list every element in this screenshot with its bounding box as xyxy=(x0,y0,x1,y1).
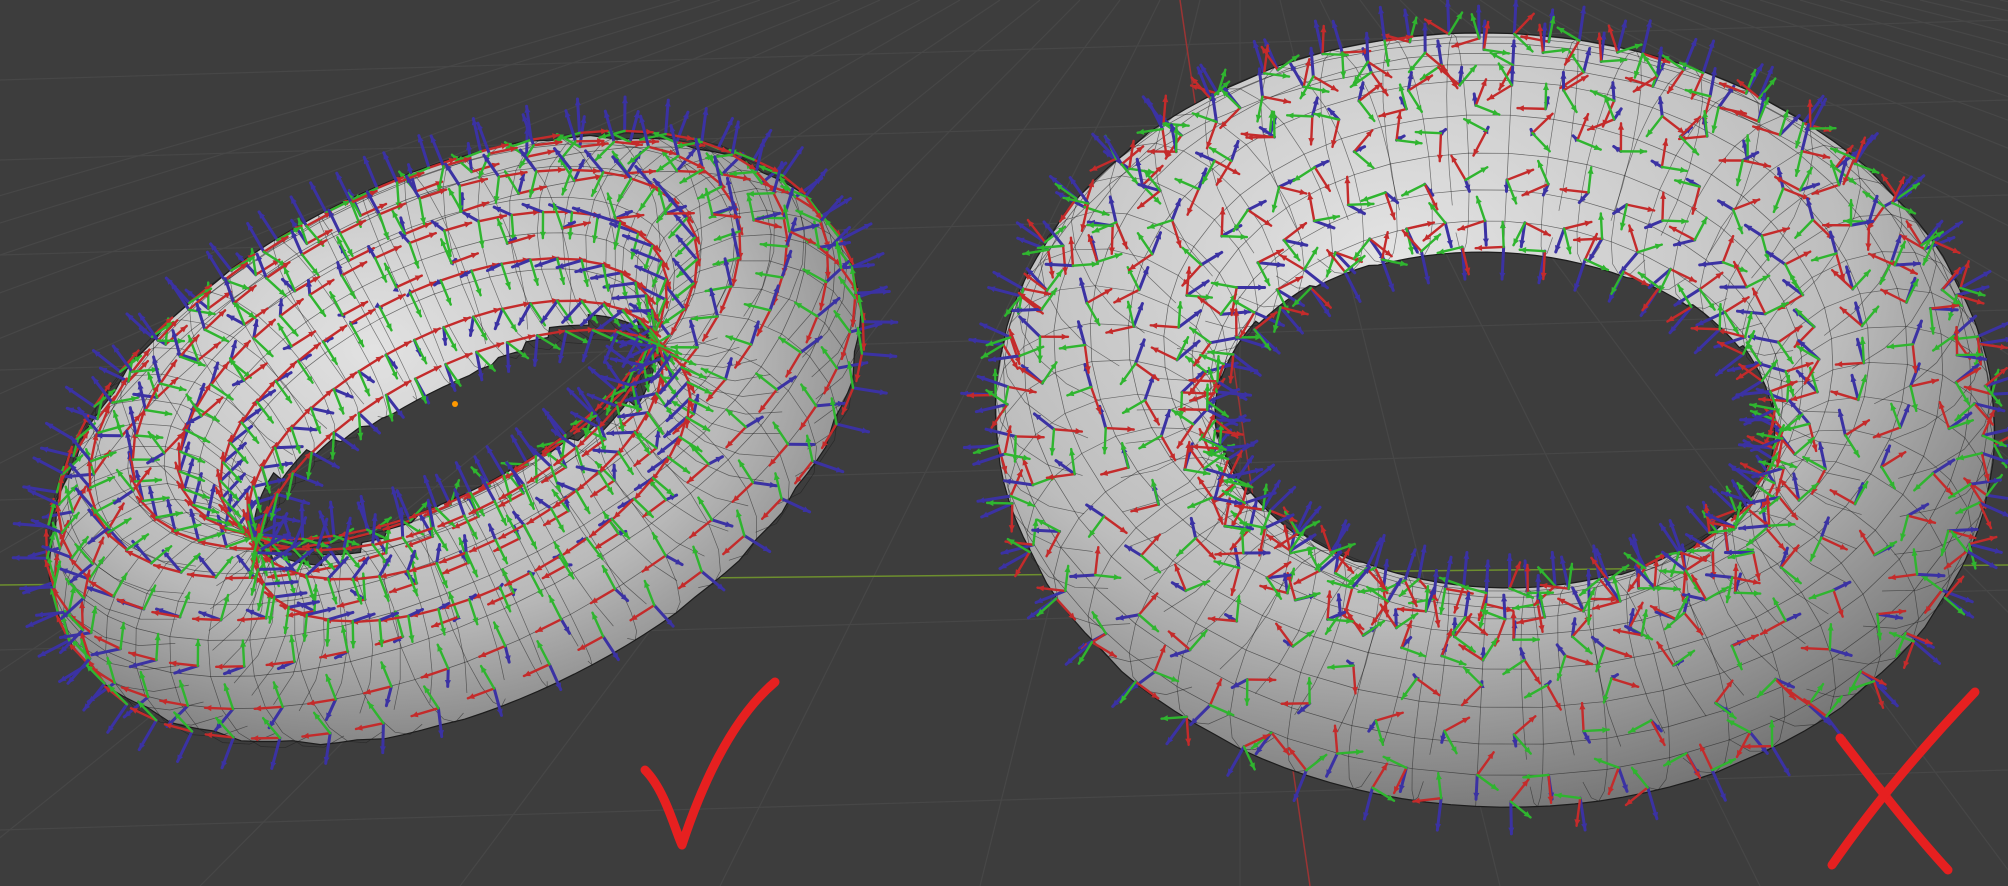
normal-arrow-head xyxy=(67,407,75,414)
normal-arrow-head xyxy=(1585,570,1592,577)
bitangent-arrow-head xyxy=(1829,125,1836,132)
normal-arrow-head xyxy=(13,554,20,561)
torus-right[interactable] xyxy=(960,0,2008,836)
normal-arrow-head xyxy=(1535,575,1542,582)
normal-arrow-head xyxy=(1708,41,1715,48)
normal-arrow-head xyxy=(454,489,460,497)
normal-arrow-head xyxy=(582,353,588,361)
normal-arrow xyxy=(1985,493,2008,501)
normal-arrow-head xyxy=(1444,0,1451,7)
normal-arrow-head xyxy=(835,466,843,473)
tangent-arrow-head xyxy=(1759,396,1766,403)
normal-arrow-head xyxy=(882,288,890,295)
normal-arrow-head xyxy=(964,444,971,451)
normal-arrow-head xyxy=(890,319,897,326)
bitangent-arrow-head xyxy=(357,432,364,440)
normal-arrow-head xyxy=(298,504,305,512)
viewport-canvas[interactable] xyxy=(0,0,2008,886)
tangent-arrow-head xyxy=(1806,100,1814,107)
normal-arrow-head xyxy=(574,99,581,106)
tangent-arrow-head xyxy=(1320,525,1327,533)
normal-arrow-head xyxy=(1740,416,1747,423)
normal-arrow-head xyxy=(621,96,629,104)
normal-arrow-head xyxy=(1484,560,1491,568)
normal-arrow-head xyxy=(1512,0,1519,7)
normal-arrow-head xyxy=(423,476,430,484)
normal-arrow-head xyxy=(14,521,21,528)
bitangent-arrow-head xyxy=(1634,43,1642,50)
3d-viewport[interactable] xyxy=(0,0,2008,886)
normal-arrow-head xyxy=(1243,417,1250,424)
normal-arrow-head xyxy=(371,514,378,522)
normal-arrow-head xyxy=(1596,549,1602,557)
normal-arrow-head xyxy=(319,511,325,519)
normal-arrow-head xyxy=(1722,491,1730,498)
normal-arrow-head xyxy=(450,383,456,391)
normal-arrow xyxy=(1977,337,2008,346)
tangent-arrow-head xyxy=(1162,95,1169,103)
normal-arrow-head xyxy=(20,585,28,592)
normal-arrow-head xyxy=(889,352,896,359)
normal-arrow-head xyxy=(1549,552,1556,559)
tangent-arrow-head xyxy=(1596,33,1603,41)
normal-arrow-head xyxy=(1669,520,1676,528)
normal-arrow-head xyxy=(1308,48,1315,55)
normal-arrow-head xyxy=(664,100,671,107)
normal-arrow-head xyxy=(1363,33,1370,40)
normal-arrow-head xyxy=(1506,554,1513,561)
normal-arrow xyxy=(1990,391,2008,396)
tangent-arrow-head xyxy=(1320,25,1327,33)
normal-arrow-head xyxy=(1410,549,1417,557)
normal-arrow-head xyxy=(532,358,539,366)
grid-line xyxy=(0,769,2008,831)
torus-left[interactable] xyxy=(11,95,899,770)
normal-arrow-head xyxy=(978,375,986,382)
normal-arrow-head xyxy=(505,364,512,372)
bitangent-arrow-head xyxy=(351,539,359,546)
normal-arrow-head xyxy=(1475,6,1482,13)
normal-arrow-head xyxy=(379,746,386,753)
